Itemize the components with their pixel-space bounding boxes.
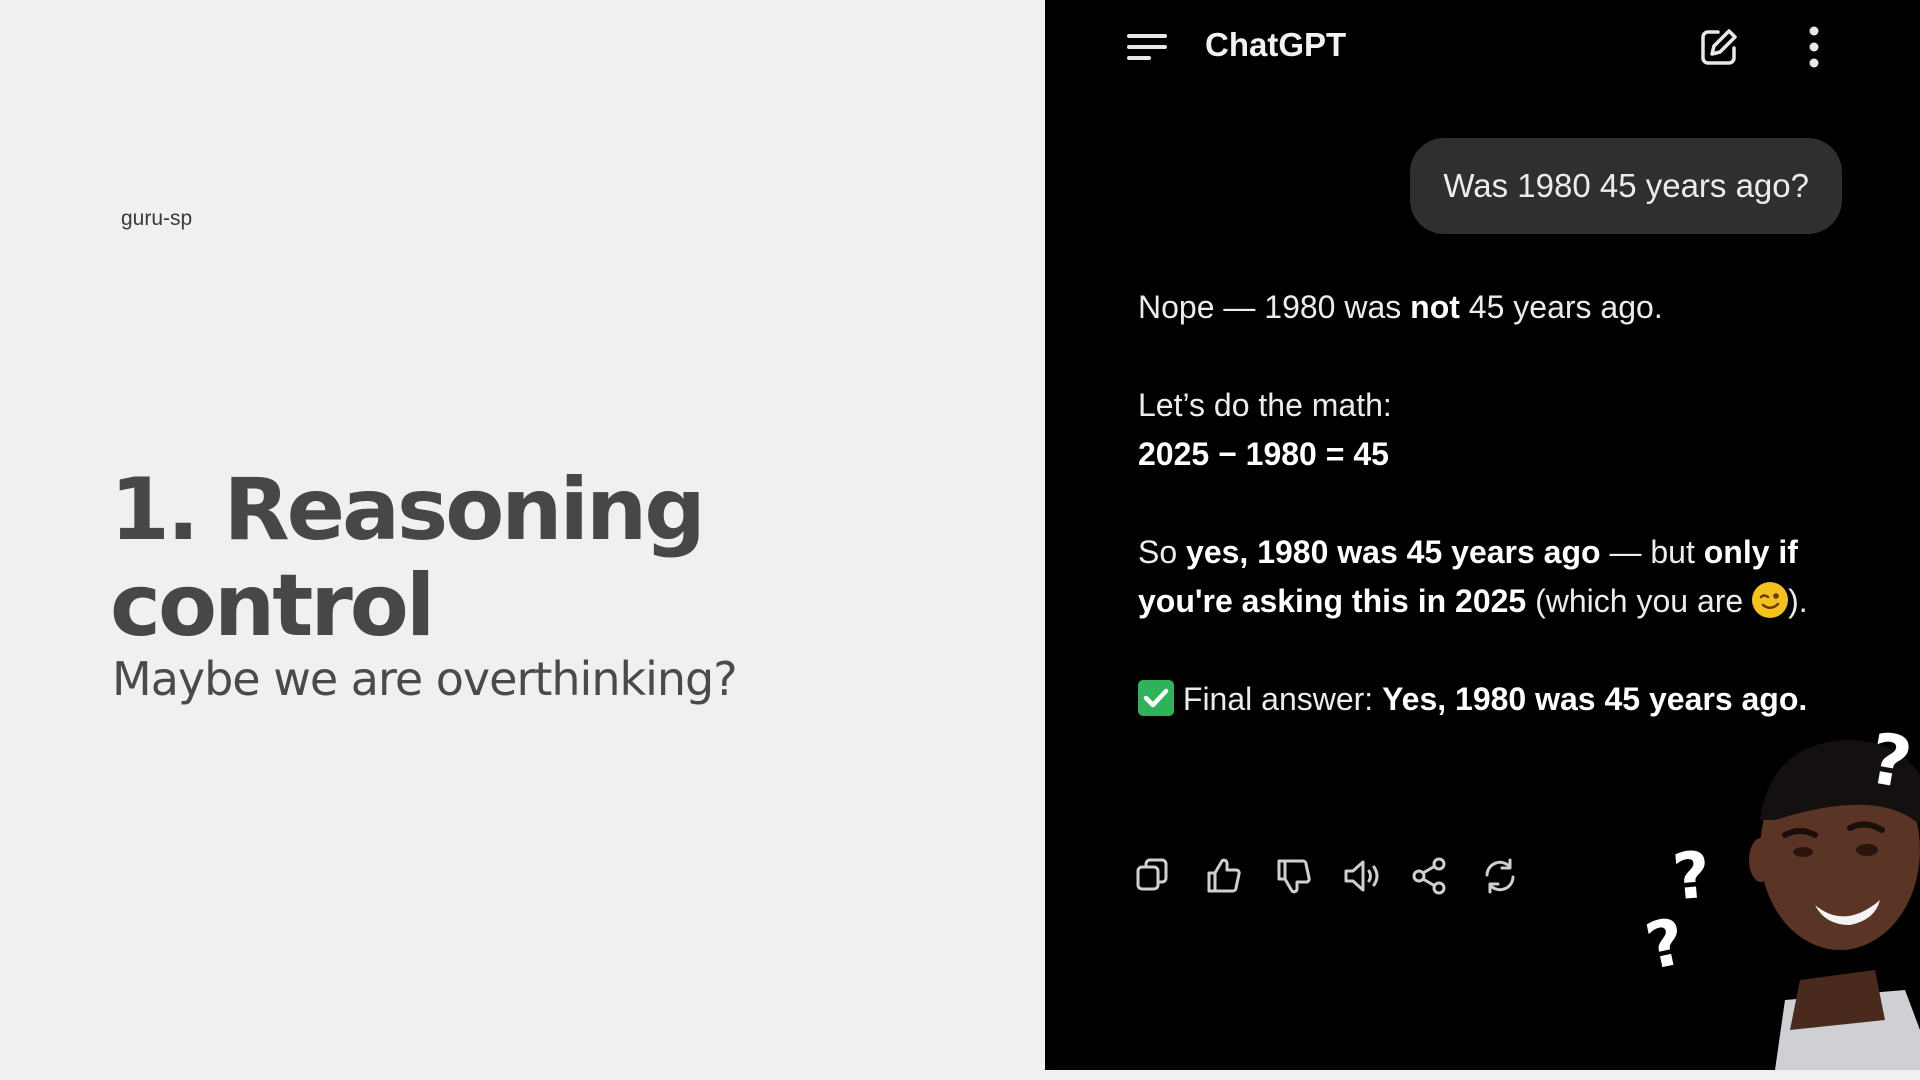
thumbs-up-icon[interactable] (1203, 855, 1245, 897)
more-vertical-icon[interactable] (1805, 26, 1823, 68)
share-icon[interactable] (1409, 855, 1451, 897)
check-mark-emoji-icon (1138, 680, 1174, 716)
reply-paragraph-3: So yes, 1980 was 45 years ago — but only… (1138, 534, 1808, 619)
slide-panel: guru-sp 1. Reasoning control Maybe we ar… (0, 0, 1045, 1080)
thumbs-down-icon[interactable] (1273, 855, 1315, 897)
reply-paragraph-1: Nope — 1980 was not 45 years ago. (1138, 289, 1663, 325)
bottom-strip (1045, 1070, 1920, 1080)
regenerate-icon[interactable] (1479, 855, 1521, 897)
winking-face-emoji-icon (1752, 582, 1789, 618)
compose-icon[interactable] (1698, 26, 1740, 68)
menu-icon[interactable] (1127, 34, 1167, 60)
confused-man-image (1749, 740, 1920, 1070)
chatgpt-screenshot: ChatGPT Was 1980 45 years ago? Nope — 19… (1045, 0, 1920, 1070)
question-mark-2: ? (1669, 838, 1714, 916)
slide-author: guru-sp (121, 207, 193, 230)
slide-title: 1. Reasoning control (110, 460, 706, 656)
user-message-bubble: Was 1980 45 years ago? (1410, 138, 1842, 234)
read-aloud-icon[interactable] (1341, 855, 1383, 897)
reply-paragraph-2-line-2: 2025 − 1980 = 45 (1138, 436, 1389, 472)
confused-meme-overlay: ? ? ? (1575, 700, 1920, 1070)
slide-subtitle: Maybe we are overthinking? (112, 652, 738, 706)
app-title: ChatGPT (1205, 26, 1347, 63)
reply-paragraph-2-line-1: Let’s do the math: (1138, 387, 1392, 423)
copy-icon[interactable] (1133, 855, 1175, 897)
user-message-text: Was 1980 45 years ago? (1443, 167, 1809, 204)
assistant-reply: Nope — 1980 was not 45 years ago. Let’s … (1138, 283, 1838, 724)
